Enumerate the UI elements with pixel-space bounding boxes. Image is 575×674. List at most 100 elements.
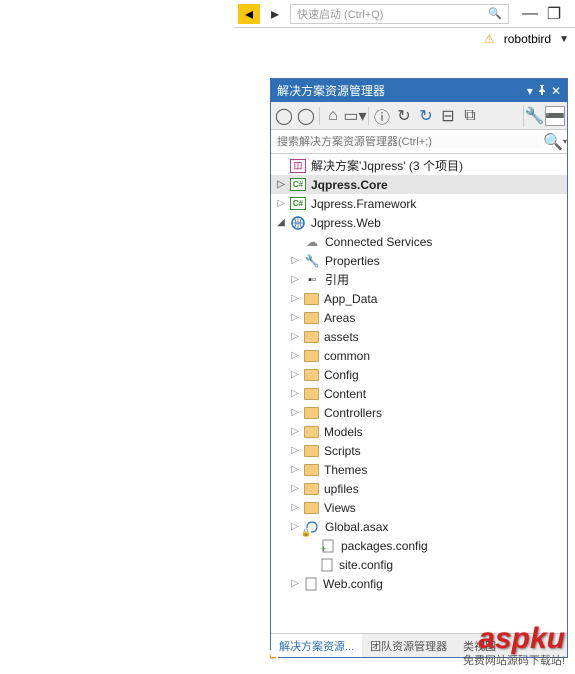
properties-node[interactable]: 🔧 Properties [271, 251, 567, 270]
expander-icon[interactable] [289, 388, 301, 399]
wrench-icon: 🔧 [304, 253, 320, 269]
refresh-button[interactable]: ↻ [415, 105, 437, 127]
expander-icon[interactable] [275, 198, 287, 209]
chevron-down-icon: ▼ [559, 34, 569, 45]
svg-text:+: + [321, 544, 326, 553]
folder-content[interactable]: Content [271, 384, 567, 403]
nav-back-button[interactable]: ◯ [273, 105, 295, 127]
folder-icon [304, 464, 319, 476]
expander-icon[interactable] [289, 350, 301, 361]
collapse-all-button[interactable]: ⊟ [437, 105, 459, 127]
sync-button[interactable]: ↻ [393, 105, 415, 127]
file-global-asax[interactable]: 🔒 Global.asax [271, 517, 567, 536]
project-core[interactable]: C# Jqpress.Core [271, 175, 567, 194]
panel-title-label: 解决方案资源管理器 [277, 82, 385, 99]
solution-tree[interactable]: ◫ 解决方案'Jqpress' (3 个项目) C# Jqpress.Core … [271, 154, 567, 657]
pending-changes-button[interactable]: ⓘ [371, 105, 393, 127]
solution-node[interactable]: ◫ 解决方案'Jqpress' (3 个项目) [271, 156, 567, 175]
folder-icon [304, 312, 319, 324]
folder-icon [304, 426, 319, 438]
expander-icon[interactable] [289, 502, 301, 513]
folder-assets[interactable]: assets [271, 327, 567, 346]
close-icon[interactable]: ✕ [551, 84, 561, 98]
user-name-label: robotbird [504, 32, 551, 46]
expander-icon[interactable] [289, 407, 301, 418]
panel-toolbar: ◯ ◯ ⌂ ▭▾ ⓘ ↻ ↻ ⊟ ⧉ 🔧 ➖ [271, 102, 567, 130]
expander-icon[interactable] [275, 217, 287, 228]
file-packages-config[interactable]: + packages.config [271, 536, 567, 555]
expander-icon[interactable] [289, 445, 301, 456]
scope-button[interactable]: ▭▾ [344, 105, 366, 127]
config-icon: 🔒 [320, 558, 334, 572]
folder-icon [304, 407, 319, 419]
folder-icon [304, 331, 319, 343]
folder-config[interactable]: Config [271, 365, 567, 384]
user-account[interactable]: ⚠ robotbird ▼ [484, 32, 569, 46]
references-icon: ▪▫ [304, 272, 320, 288]
csharp-project-icon: C# [290, 178, 306, 191]
references-node[interactable]: ▪▫ 引用 [271, 270, 567, 289]
folder-icon [304, 388, 319, 400]
nav-button[interactable]: ▸ [264, 4, 286, 24]
expander-icon[interactable] [289, 464, 301, 475]
restore-button[interactable]: ❐ [545, 5, 563, 23]
folder-controllers[interactable]: Controllers [271, 403, 567, 422]
properties-button[interactable]: 🔧 [523, 105, 545, 127]
connected-services[interactable]: ☁ Connected Services [271, 232, 567, 251]
expander-icon[interactable] [289, 483, 301, 494]
search-button[interactable]: 🔍▾ [543, 131, 567, 153]
folder-icon [304, 502, 319, 514]
tab-solution-explorer[interactable]: 解决方案资源... [271, 634, 362, 657]
project-framework[interactable]: C# Jqpress.Framework [271, 194, 567, 213]
toolbar-separator [319, 107, 320, 125]
expander-icon[interactable] [289, 255, 301, 266]
home-button[interactable]: ⌂ [322, 105, 344, 127]
folder-icon [304, 293, 319, 305]
folder-models[interactable]: Models [271, 422, 567, 441]
show-all-button[interactable]: ⧉ [459, 105, 481, 127]
folder-themes[interactable]: Themes [271, 460, 567, 479]
project-web[interactable]: Jqpress.Web [271, 213, 567, 232]
folder-upfiles[interactable]: upfiles [271, 479, 567, 498]
folder-icon [304, 369, 319, 381]
expander-icon[interactable] [289, 369, 301, 380]
tab-team-explorer[interactable]: 团队资源管理器 [362, 634, 455, 657]
folder-appdata[interactable]: App_Data [271, 289, 567, 308]
folder-icon [304, 350, 319, 362]
folder-views[interactable]: Views [271, 498, 567, 517]
expander-icon[interactable] [289, 331, 301, 342]
folder-icon [304, 445, 319, 457]
expander-icon[interactable] [289, 521, 301, 532]
config-add-icon: + [320, 538, 336, 554]
csharp-project-icon: C# [290, 197, 306, 210]
folder-scripts[interactable]: Scripts [271, 441, 567, 460]
toolbar-separator [368, 107, 369, 125]
quick-launch-input[interactable]: 快速启动 (Ctrl+Q) 🔍 [290, 4, 509, 24]
nav-fwd-button[interactable]: ◯ [295, 105, 317, 127]
quick-launch-placeholder: 快速启动 (Ctrl+Q) [297, 6, 383, 22]
dropdown-icon[interactable]: ▾ [527, 84, 533, 98]
folder-icon [304, 483, 319, 495]
preview-button[interactable]: ➖ [545, 106, 565, 126]
folder-areas[interactable]: Areas [271, 308, 567, 327]
expander-icon[interactable] [289, 274, 301, 285]
panel-footer-tabs: 解决方案资源... 团队资源管理器 类视图 [271, 633, 567, 657]
expander-icon[interactable] [289, 426, 301, 437]
warning-icon: ⚠ [484, 32, 498, 46]
back-button[interactable]: ◂ [238, 4, 260, 24]
solution-icon: ◫ [290, 159, 306, 173]
expander-icon[interactable] [289, 578, 301, 589]
tab-class-view[interactable]: 类视图 [455, 634, 504, 657]
minimize-button[interactable]: — [521, 5, 539, 23]
search-input[interactable] [271, 136, 543, 148]
expander-icon[interactable] [289, 312, 301, 323]
expander-icon[interactable] [275, 179, 287, 190]
expander-icon[interactable] [289, 293, 301, 304]
pin-icon[interactable] [537, 84, 547, 98]
config-icon: 🔒 [304, 577, 318, 591]
file-site-config[interactable]: 🔒 site.config [271, 555, 567, 574]
folder-common[interactable]: common [271, 346, 567, 365]
panel-titlebar[interactable]: 解决方案资源管理器 ▾ ✕ [271, 79, 567, 102]
asax-icon: 🔒 [304, 519, 320, 535]
file-web-config[interactable]: 🔒 Web.config [271, 574, 567, 593]
